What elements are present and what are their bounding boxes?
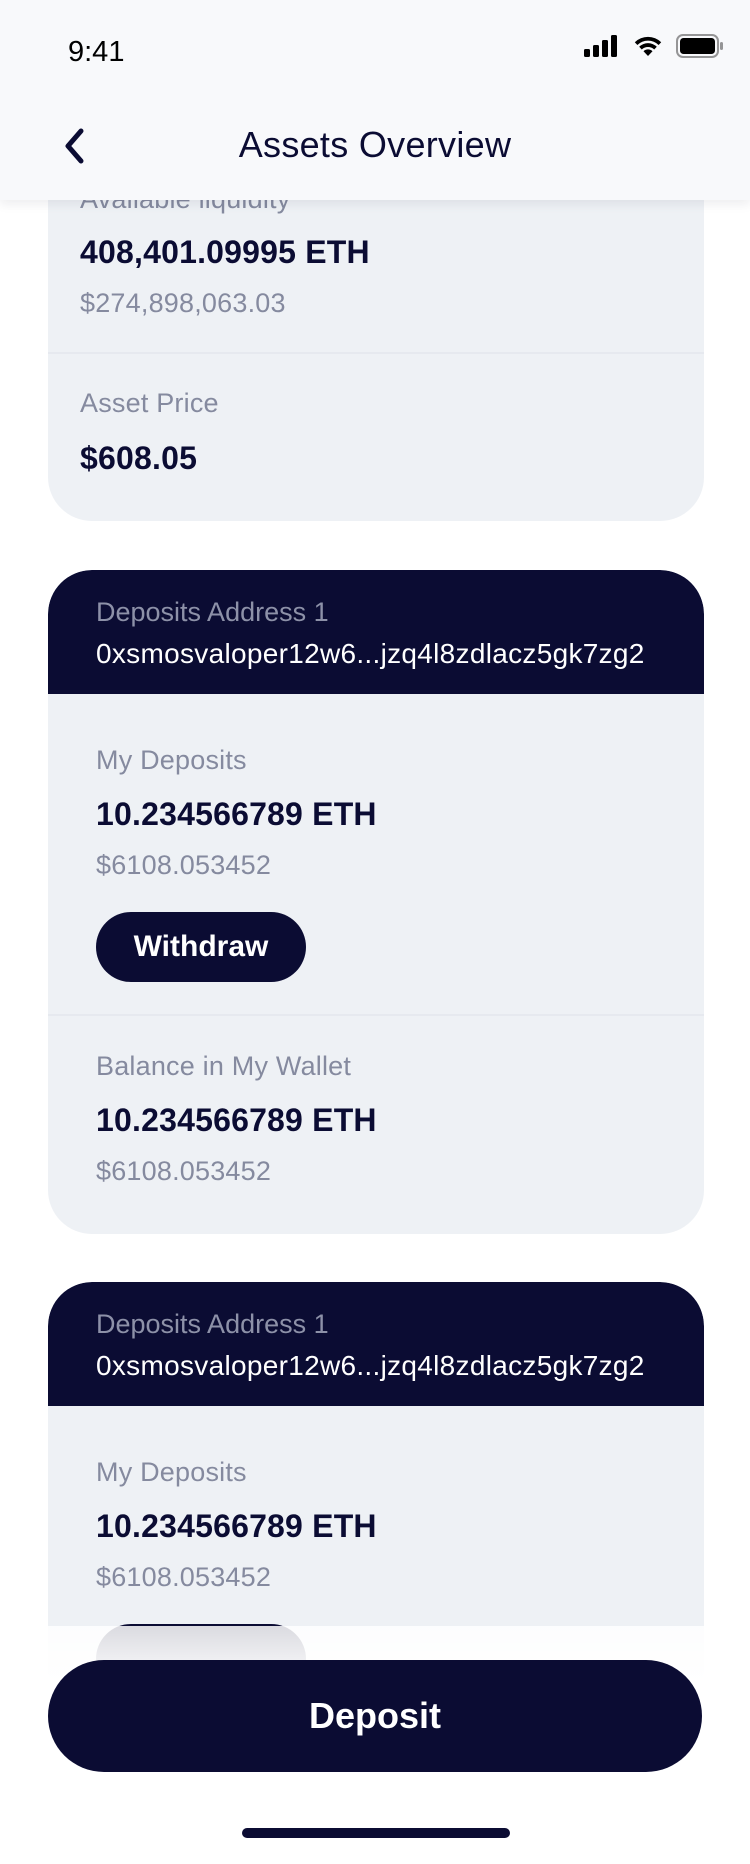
wallet-balance-label: Balance in My Wallet (96, 1051, 352, 1081)
my-deposits-usd: $6108.053452 (96, 1562, 272, 1592)
liquidity-value: 408,401.09995 ETH (80, 234, 370, 270)
divider (48, 352, 704, 354)
deposit-account-card: Deposits Address 1 0xsmosvaloper12w6...j… (48, 570, 704, 1234)
deposit-address-label: Deposits Address 1 (96, 597, 329, 627)
my-deposits-label: My Deposits (96, 1457, 247, 1487)
wallet-balance-value: 10.234566789 ETH (96, 1102, 377, 1138)
deposit-address-value: 0xsmosvaloper12w6...jzq4l8zdlacz5gk7zg2 (96, 1350, 645, 1381)
wifi-icon (634, 36, 662, 56)
content-scroll[interactable]: Available liquidity 408,401.09995 ETH $2… (0, 0, 750, 1864)
wallet-balance-usd: $6108.053452 (96, 1156, 272, 1186)
deposit-address-header: Deposits Address 1 0xsmosvaloper12w6...j… (48, 1282, 704, 1406)
deposit-address-value: 0xsmosvaloper12w6...jzq4l8zdlacz5gk7zg2 (96, 638, 645, 669)
battery-icon (676, 34, 723, 58)
my-deposits-label: My Deposits (96, 745, 247, 775)
my-deposits-value: 10.234566789 ETH (96, 1508, 377, 1544)
asset-price-label: Asset Price (80, 388, 219, 418)
asset-price-value: $608.05 (80, 440, 198, 476)
withdraw-button[interactable]: Withdraw (96, 912, 306, 982)
my-deposits-usd: $6108.053452 (96, 850, 272, 880)
divider (48, 1014, 704, 1016)
deposit-address-header: Deposits Address 1 0xsmosvaloper12w6...j… (48, 570, 704, 694)
status-icons (584, 34, 724, 58)
liquidity-usd: $274,898,063.03 (80, 288, 286, 318)
status-time: 9:41 (68, 36, 125, 68)
cellular-signal-icon (584, 35, 617, 57)
page-title: Assets Overview (238, 124, 512, 165)
asset-summary-card: Available liquidity 408,401.09995 ETH $2… (48, 150, 704, 521)
deposit-address-label: Deposits Address 1 (96, 1309, 329, 1339)
deposit-button[interactable]: Deposit (48, 1660, 702, 1772)
navigation-header: 9:41 Assets Overview (0, 0, 750, 200)
my-deposits-value: 10.234566789 ETH (96, 796, 377, 832)
home-indicator (242, 1828, 510, 1838)
